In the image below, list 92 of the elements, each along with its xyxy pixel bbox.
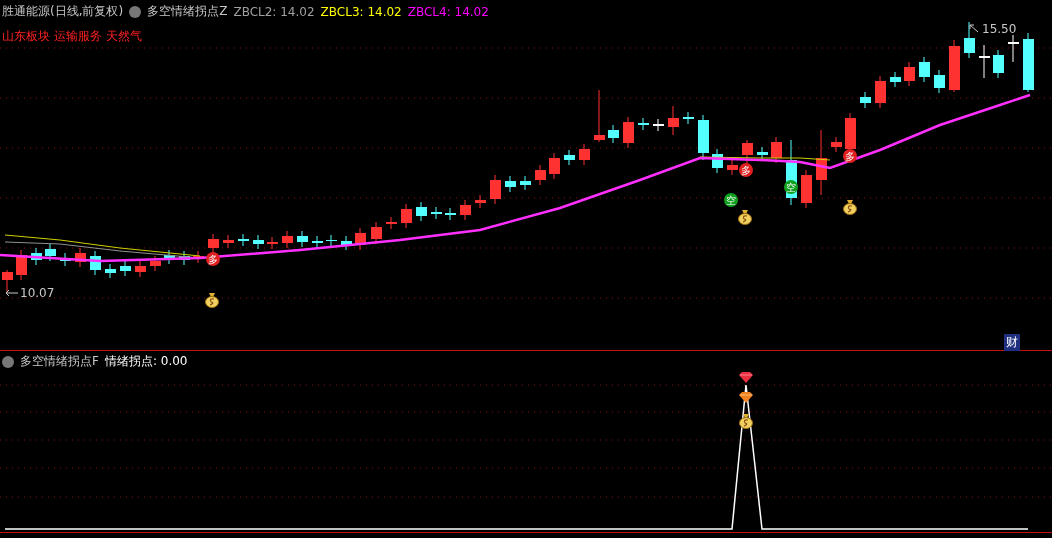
candlestick: [416, 201, 427, 222]
long-signal-marker: 多: [843, 149, 857, 163]
candlestick: [386, 216, 397, 230]
finance-button[interactable]: 财: [1004, 334, 1020, 351]
sector-tag[interactable]: 山东板块: [2, 28, 50, 45]
short-signal-marker: 空: [724, 193, 738, 207]
candlestick: [75, 247, 86, 268]
candlestick: [535, 164, 546, 186]
money-bag-icon: [739, 414, 753, 429]
candlestick: [297, 230, 308, 248]
candlestick: [31, 247, 42, 266]
candlestick: [253, 234, 264, 250]
candlestick: [445, 207, 456, 221]
candlestick: [490, 174, 501, 205]
candlestick: [45, 243, 56, 262]
candlestick: [520, 175, 531, 191]
candlestick: [698, 114, 709, 161]
candlestick: [712, 148, 723, 174]
candlestick: [623, 116, 634, 149]
candlestick: [979, 44, 990, 79]
candlestick: [579, 143, 590, 166]
candlestick: [993, 49, 1004, 79]
money-bag-icon: [843, 200, 857, 215]
long-signal-marker: 多: [739, 163, 753, 177]
indicator-value: 情绪拐点: 0.00: [104, 353, 188, 370]
arrow-icon: [5, 289, 19, 297]
candlestick: [653, 118, 664, 132]
indicator-value: ZBCL3: 14.02: [320, 4, 402, 19]
candlestick: [223, 234, 234, 249]
indicator-name: 多空情绪拐点Z: [147, 3, 228, 20]
candlestick: [875, 75, 886, 109]
candlestick: [267, 236, 278, 250]
candlestick: [135, 260, 146, 278]
price-label: 10.07: [20, 286, 55, 300]
candlestick: [150, 255, 161, 272]
candlestick: [904, 61, 915, 87]
candlestick: [90, 250, 101, 276]
dropdown-icon[interactable]: [129, 5, 142, 18]
stock-title: 胜通能源(日线,前复权): [2, 3, 124, 20]
candlestick: [164, 249, 175, 265]
sector-tag[interactable]: 天然气: [106, 28, 142, 45]
candlestick: [608, 124, 619, 144]
indicator-name: 多空情绪拐点F: [20, 353, 99, 370]
candlestick: [312, 235, 323, 249]
arrow-icon: [969, 24, 979, 33]
candlestick: [1023, 32, 1034, 93]
candlestick: [238, 233, 249, 247]
candlestick: [564, 149, 575, 166]
candlestick: [193, 250, 204, 264]
candlestick: [964, 21, 975, 59]
candlestick: [460, 199, 471, 221]
candlestick: [208, 233, 219, 254]
candlestick: [727, 159, 738, 176]
sector-tag[interactable]: 运输服务: [54, 28, 102, 45]
gem-icon: [739, 372, 753, 383]
candlestick: [431, 206, 442, 220]
candlestick: [949, 39, 960, 93]
candlestick: [401, 203, 412, 229]
candlestick: [801, 169, 812, 209]
candlestick: [919, 56, 930, 83]
candlestick: [771, 136, 782, 164]
money-bag-icon: [205, 293, 219, 308]
long-signal-marker: 多: [206, 252, 220, 266]
candlestick: [831, 136, 842, 153]
candlestick: [934, 69, 945, 94]
price-label: 15.50: [982, 22, 1017, 36]
candlestick: [594, 89, 605, 143]
candlestick: [1008, 34, 1019, 63]
money-bag-icon: [738, 210, 752, 225]
candlestick: [505, 175, 516, 193]
short-signal-marker: 空: [784, 180, 798, 194]
candlestick: [2, 269, 13, 293]
indicator-value: ZBCL2: 14.02: [233, 4, 315, 19]
indicator-value: ZBCL4: 14.02: [407, 4, 489, 19]
candlestick: [475, 194, 486, 209]
candlestick: [549, 152, 560, 180]
dropdown-icon[interactable]: [2, 355, 14, 368]
candlestick: [816, 129, 827, 196]
candlestick: [683, 111, 694, 125]
candlestick: [860, 91, 871, 109]
candlestick: [120, 260, 131, 277]
gem-icon: [739, 392, 753, 403]
candlestick: [60, 252, 71, 267]
candlestick: [341, 235, 352, 251]
candlestick: [105, 263, 116, 279]
candlestick: [668, 105, 679, 136]
candlestick: [638, 117, 649, 131]
candlestick: [282, 230, 293, 249]
candlestick: [326, 234, 337, 247]
candlestick: [16, 249, 27, 281]
candlestick: [890, 71, 901, 88]
candlestick: [355, 227, 366, 251]
